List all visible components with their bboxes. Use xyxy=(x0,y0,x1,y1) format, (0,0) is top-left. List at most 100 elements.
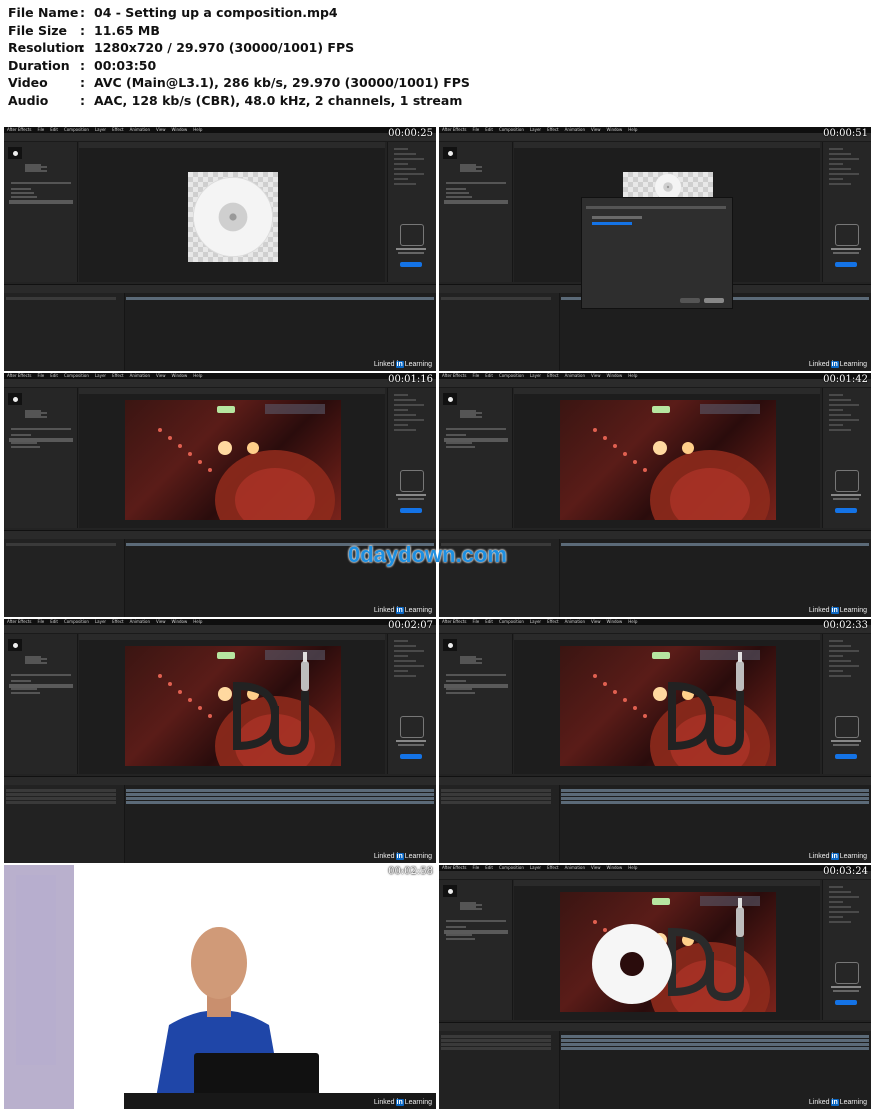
layer-controls[interactable] xyxy=(4,539,125,617)
ae-menu-item[interactable]: After Effects xyxy=(442,373,466,378)
composition-tab[interactable] xyxy=(79,142,385,148)
layer-row-controls[interactable] xyxy=(6,789,116,792)
project-selected-item[interactable] xyxy=(444,930,508,934)
ae-menu-item[interactable]: After Effects xyxy=(442,127,466,132)
panel-row[interactable] xyxy=(829,153,851,155)
panel-row[interactable] xyxy=(829,916,843,918)
layer-bar[interactable] xyxy=(561,1035,869,1038)
ae-menu-item[interactable]: File xyxy=(472,865,479,870)
ae-menu-item[interactable]: Edit xyxy=(485,373,493,378)
ae-menu-item[interactable]: View xyxy=(591,127,601,132)
ae-menu-item[interactable]: Composition xyxy=(499,865,524,870)
ae-menu-item[interactable]: File xyxy=(472,373,479,378)
ae-menu-item[interactable]: Animation xyxy=(565,127,585,132)
project-list-item[interactable] xyxy=(11,192,34,194)
project-selected-item[interactable] xyxy=(9,200,73,204)
panel-row[interactable] xyxy=(829,399,851,401)
panel-row[interactable] xyxy=(394,178,408,180)
composition-tab[interactable] xyxy=(514,634,820,640)
panel-row[interactable] xyxy=(394,665,424,667)
ae-menu-item[interactable]: After Effects xyxy=(442,619,466,624)
ae-menu-item[interactable]: Help xyxy=(193,127,202,132)
layer-bar[interactable] xyxy=(561,797,869,800)
layer-row-controls[interactable] xyxy=(441,1039,551,1042)
project-list-item[interactable] xyxy=(446,926,466,928)
project-item[interactable] xyxy=(25,416,47,418)
project-selected-item[interactable] xyxy=(444,200,508,204)
layer-bar[interactable] xyxy=(126,801,434,804)
project-list-item[interactable] xyxy=(11,196,37,198)
layer-row-controls[interactable] xyxy=(6,297,116,300)
project-panel[interactable] xyxy=(440,634,513,774)
timeline-header[interactable] xyxy=(4,285,436,293)
project-list-item[interactable] xyxy=(11,188,31,190)
layer-bar[interactable] xyxy=(561,793,869,796)
project-item[interactable] xyxy=(460,416,482,418)
project-list-item[interactable] xyxy=(11,442,37,444)
layer-row-controls[interactable] xyxy=(6,793,116,796)
layer-controls[interactable] xyxy=(439,785,560,863)
ae-menu-item[interactable]: Help xyxy=(628,865,637,870)
cancel-button[interactable] xyxy=(680,298,700,303)
layer-bar[interactable] xyxy=(561,789,869,792)
ae-menu-item[interactable]: Edit xyxy=(485,865,493,870)
video-thumbnail[interactable]: After Effects File Edit Composition Layer Eff… xyxy=(439,619,871,863)
composition-tab[interactable] xyxy=(79,634,385,640)
panel-row[interactable] xyxy=(394,675,416,677)
project-selected-item[interactable] xyxy=(9,438,73,442)
panel-row[interactable] xyxy=(829,173,859,175)
timeline-panel[interactable] xyxy=(439,1022,871,1109)
timeline-panel[interactable] xyxy=(439,776,871,863)
timeline-header[interactable] xyxy=(439,531,871,539)
panel-row[interactable] xyxy=(829,670,843,672)
ae-menu-item[interactable]: File xyxy=(472,619,479,624)
ae-menu-item[interactable]: Help xyxy=(628,127,637,132)
timeline-header[interactable] xyxy=(4,777,436,785)
panel-row[interactable] xyxy=(394,670,408,672)
ae-menu-item[interactable]: Layer xyxy=(95,127,106,132)
project-selected-item[interactable] xyxy=(444,684,508,688)
panel-row[interactable] xyxy=(829,429,851,431)
ae-menu-item[interactable]: After Effects xyxy=(442,865,466,870)
ae-menu-item[interactable]: Window xyxy=(607,865,623,870)
video-thumbnail[interactable]: After Effects File Edit Composition Layer Eff… xyxy=(439,865,871,1109)
ae-menu-item[interactable]: After Effects xyxy=(7,127,31,132)
panel-row[interactable] xyxy=(394,424,408,426)
panel-row[interactable] xyxy=(829,921,851,923)
ae-menu-item[interactable]: Help xyxy=(193,619,202,624)
panel-row[interactable] xyxy=(394,173,424,175)
ae-menu-item[interactable]: Effect xyxy=(112,619,124,624)
timeline-panel[interactable] xyxy=(4,284,436,371)
panel-row[interactable] xyxy=(829,414,851,416)
panel-row[interactable] xyxy=(829,906,851,908)
project-list-item[interactable] xyxy=(446,934,472,936)
project-list-item[interactable] xyxy=(446,688,472,690)
ae-menu-item[interactable]: View xyxy=(156,127,166,132)
panel-row[interactable] xyxy=(829,424,843,426)
layer-controls[interactable] xyxy=(4,785,125,863)
panel-row[interactable] xyxy=(394,163,408,165)
video-thumbnail[interactable]: 00:02:58 Linked in Learning xyxy=(4,865,436,1109)
ae-menu-item[interactable]: Window xyxy=(172,127,188,132)
timeline-header[interactable] xyxy=(439,777,871,785)
project-item[interactable] xyxy=(460,908,482,910)
ae-menu-item[interactable]: Window xyxy=(607,127,623,132)
layer-row-controls[interactable] xyxy=(441,1043,551,1046)
layer-bar[interactable] xyxy=(561,1047,869,1050)
timeline-header[interactable] xyxy=(439,1023,871,1031)
layer-controls[interactable] xyxy=(439,293,560,371)
project-list-item[interactable] xyxy=(446,192,469,194)
ae-menu-item[interactable]: Composition xyxy=(499,127,524,132)
panel-row[interactable] xyxy=(394,429,416,431)
dialog-tabs[interactable] xyxy=(586,206,726,209)
ae-menu-item[interactable]: Animation xyxy=(565,619,585,624)
composition-tab[interactable] xyxy=(514,880,820,886)
panel-row[interactable] xyxy=(829,148,843,150)
ae-menu-item[interactable]: Layer xyxy=(95,373,106,378)
project-panel[interactable] xyxy=(440,388,513,528)
ae-menu-item[interactable]: Animation xyxy=(130,127,150,132)
panel-row[interactable] xyxy=(829,419,859,421)
panel-row[interactable] xyxy=(829,675,851,677)
ae-menu-item[interactable]: Window xyxy=(172,619,188,624)
ae-menu-item[interactable]: Animation xyxy=(565,865,585,870)
